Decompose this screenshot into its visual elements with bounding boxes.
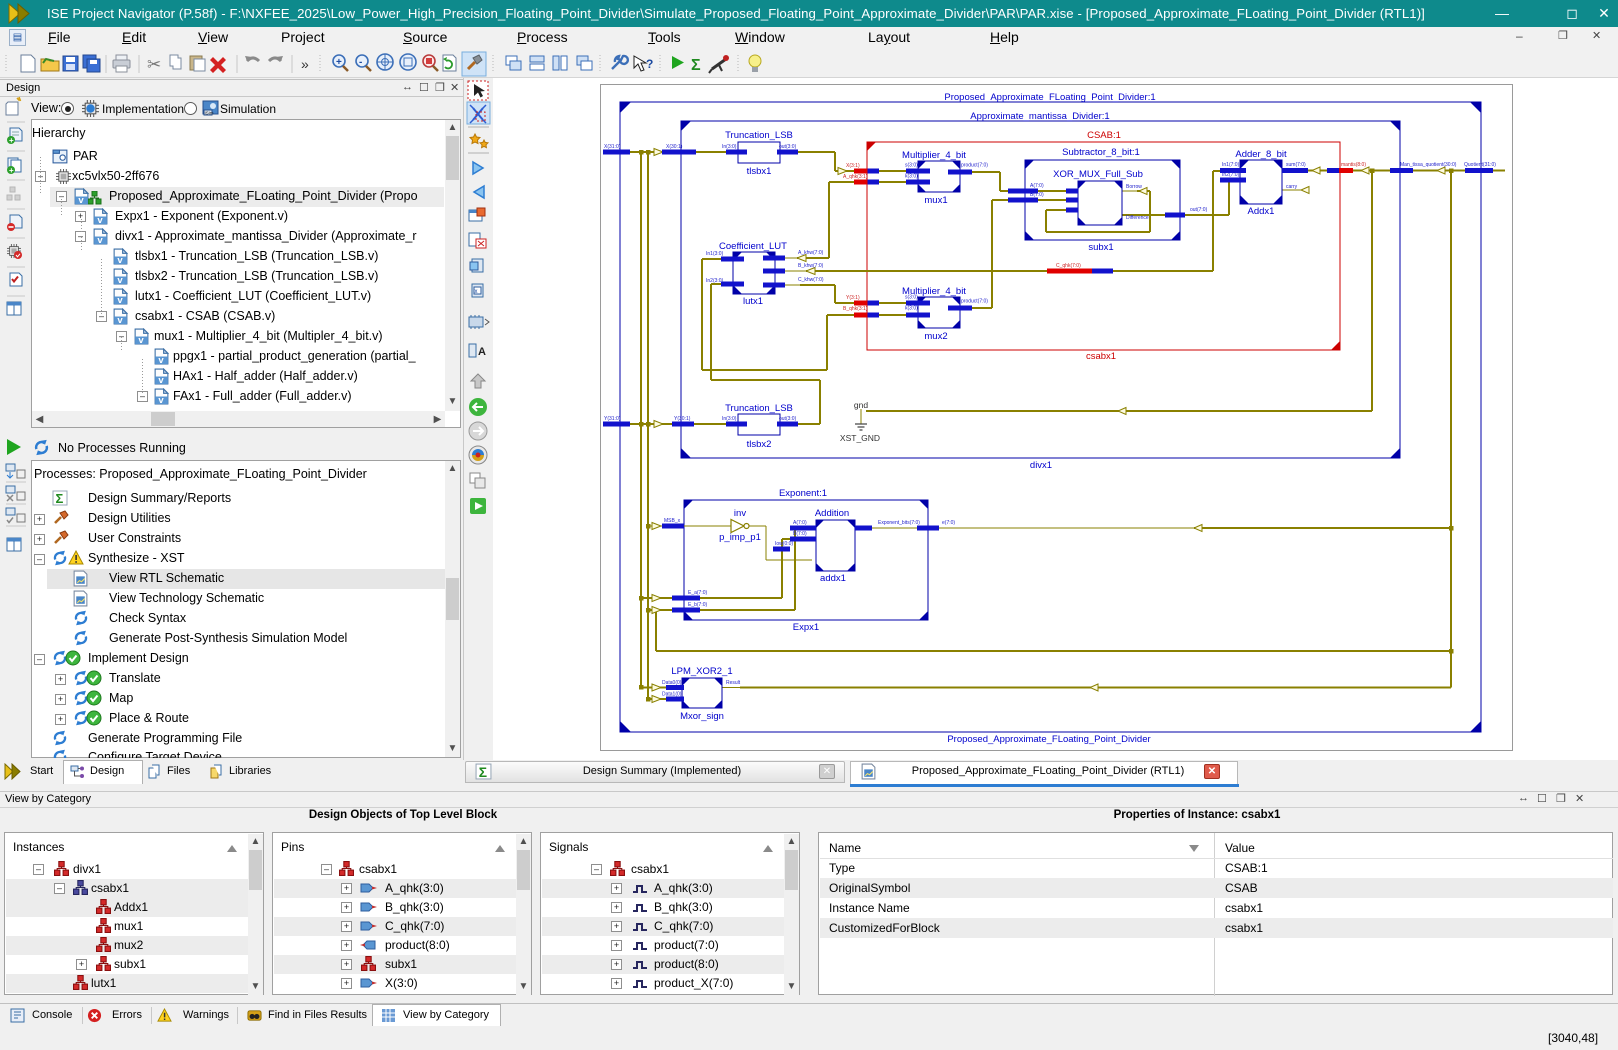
svg-text:+: + [9, 166, 14, 175]
svg-text:In(3:0): In(3:0) [722, 416, 737, 422]
svg-text:out(3:0): out(3:0) [779, 416, 797, 422]
svg-text:Exponent:1: Exponent:1 [779, 488, 827, 499]
svg-text:XOR_MUX_Full_Sub: XOR_MUX_Full_Sub [1053, 169, 1143, 180]
svg-text:Truncation_LSB: Truncation_LSB [725, 130, 793, 141]
svg-text:Quotient(31:0): Quotient(31:0) [1464, 162, 1496, 168]
svg-text:Borrow: Borrow [1126, 184, 1142, 190]
svg-text:C_qhk(7:0): C_qhk(7:0) [1056, 263, 1081, 269]
svg-text:inv: inv [734, 508, 746, 519]
svg-text:k(3:0): k(3:0) [905, 306, 918, 312]
svg-text:divx1: divx1 [1030, 460, 1052, 471]
svg-text:Multiplier_4_bit: Multiplier_4_bit [902, 150, 966, 161]
svg-text:X(30:1): X(30:1) [666, 144, 683, 150]
svg-text:Exponent_bits(7:0): Exponent_bits(7:0) [878, 520, 920, 526]
svg-text:Expx1: Expx1 [793, 622, 819, 633]
svg-text:Proposed_Approximate_FLoating_: Proposed_Approximate_FLoating_Point_Divi… [944, 92, 1155, 103]
svg-text:sum(7:0): sum(7:0) [1286, 162, 1306, 168]
svg-text:X(31:0): X(31:0) [604, 144, 621, 150]
svg-text:Man_tissa_quotient(30:0): Man_tissa_quotient(30:0) [1400, 162, 1457, 168]
svg-text:Mxor_sign: Mxor_sign [680, 711, 724, 722]
svg-text:In2(7:0): In2(7:0) [1222, 172, 1240, 178]
svg-text:Subtractor_8_bit:1: Subtractor_8_bit:1 [1062, 147, 1140, 158]
svg-text:Iow(0:0): Iow(0:0) [775, 541, 793, 547]
svg-text:mantis(8:0): mantis(8:0) [1341, 162, 1366, 168]
svg-text:A(7:0): A(7:0) [1030, 183, 1044, 189]
svg-text:A_khw(7:0): A_khw(7:0) [798, 250, 824, 256]
svg-text:out(7:0): out(7:0) [1190, 207, 1208, 213]
svg-text:A: A [478, 346, 486, 358]
svg-text:X(3:1): X(3:1) [846, 163, 860, 169]
svg-text:In1(3:0): In1(3:0) [706, 251, 724, 257]
svg-text:In(3:0): In(3:0) [722, 144, 737, 150]
svg-text:product(7:0): product(7:0) [961, 163, 988, 169]
svg-text:B(7:0): B(7:0) [793, 531, 807, 537]
svg-text:s(3:0): s(3:0) [905, 295, 918, 301]
svg-text:Addition: Addition [815, 508, 849, 519]
svg-text:-: - [359, 57, 362, 68]
svg-text:In2(3:0): In2(3:0) [706, 278, 724, 284]
svg-text:Y(30:1): Y(30:1) [674, 416, 691, 422]
svg-text:LPM_XOR2_1: LPM_XOR2_1 [671, 666, 732, 677]
svg-text:s(3:0): s(3:0) [905, 163, 918, 169]
svg-text:CSAB:1: CSAB:1 [1087, 130, 1121, 141]
svg-text:+: + [336, 57, 342, 68]
svg-text:XST_GND: XST_GND [840, 433, 880, 443]
svg-text:MSB_x: MSB_x [664, 518, 681, 524]
svg-text:Approximate_mantissa_Divider:1: Approximate_mantissa_Divider:1 [970, 111, 1109, 122]
svg-text:?: ? [646, 57, 653, 71]
svg-text:✂: ✂ [147, 55, 161, 74]
svg-text:A_qhk(3:1): A_qhk(3:1) [843, 174, 868, 180]
svg-text:Proposed_Approximate_FLoating_: Proposed_Approximate_FLoating_Point_Divi… [947, 734, 1150, 745]
svg-text:Coefficient_LUT: Coefficient_LUT [719, 241, 787, 252]
svg-text:e(7:0): e(7:0) [942, 520, 955, 526]
svg-text:E_a(7:0): E_a(7:0) [688, 590, 708, 596]
svg-text:B(7:0): B(7:0) [1030, 192, 1044, 198]
svg-text:carry: carry [1286, 184, 1298, 190]
svg-text:Addx1: Addx1 [1248, 206, 1275, 217]
svg-text:subx1: subx1 [1088, 242, 1113, 253]
svg-text:Data1(0): Data1(0) [662, 692, 682, 698]
svg-text:E_b(7:0): E_b(7:0) [688, 602, 708, 608]
svg-text:B_khw(7:0): B_khw(7:0) [798, 263, 824, 269]
svg-text:Y(31:0): Y(31:0) [604, 416, 621, 422]
svg-text:Data0(0): Data0(0) [662, 680, 682, 686]
svg-text:Difference: Difference [1126, 215, 1149, 221]
svg-text:B_qhk(3:1): B_qhk(3:1) [843, 306, 868, 312]
svg-text:product(7:0): product(7:0) [961, 299, 988, 305]
svg-text:Result: Result [726, 680, 741, 686]
svg-text:tlsbx1: tlsbx1 [747, 166, 772, 177]
svg-text:k(3:0): k(3:0) [905, 174, 918, 180]
svg-text:tlsbx2: tlsbx2 [747, 439, 772, 450]
svg-text:+: + [9, 136, 14, 145]
svg-text:x: x [475, 289, 478, 295]
svg-text:Y(3:1): Y(3:1) [846, 295, 860, 301]
svg-text:lutx1: lutx1 [743, 296, 763, 307]
svg-text:Σ: Σ [691, 57, 701, 74]
svg-text:A(7:0): A(7:0) [793, 520, 807, 526]
svg-text:»: » [301, 56, 309, 72]
svg-text:csabx1: csabx1 [1086, 351, 1116, 362]
svg-text:ISim: ISim [205, 111, 214, 116]
svg-text:mux1: mux1 [924, 195, 947, 206]
svg-text:mux2: mux2 [924, 331, 947, 342]
svg-text:out(3:0): out(3:0) [779, 144, 797, 150]
svg-text:In1(7:0): In1(7:0) [1222, 162, 1240, 168]
svg-text:gnd: gnd [854, 400, 868, 410]
svg-text:Truncation_LSB: Truncation_LSB [725, 403, 793, 414]
svg-text:p_imp_p1: p_imp_p1 [719, 532, 761, 543]
svg-text:C_khw(7:0): C_khw(7:0) [798, 277, 824, 283]
svg-text:Adder_8_bit: Adder_8_bit [1235, 149, 1287, 160]
svg-text:addx1: addx1 [820, 573, 846, 584]
